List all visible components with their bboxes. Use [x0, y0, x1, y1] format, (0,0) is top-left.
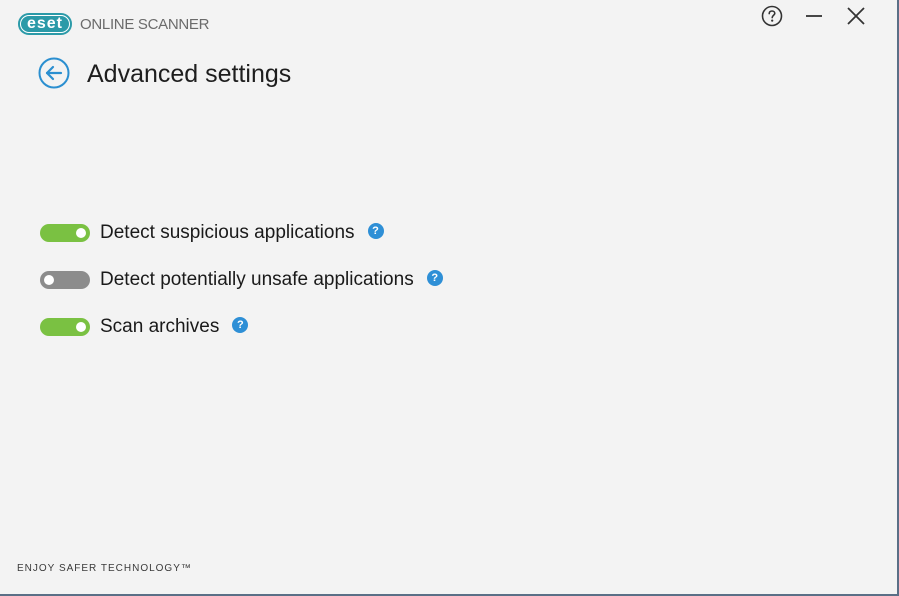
- setting-row-detect-unsafe: Detect potentially unsafe applications ?: [40, 267, 443, 293]
- toggle-knob: [76, 322, 86, 332]
- toggle-knob: [44, 275, 54, 285]
- close-button[interactable]: [835, 2, 877, 30]
- brand: eset ONLINE SCANNER: [18, 12, 209, 36]
- help-button[interactable]: [751, 2, 793, 30]
- arrow-left-circle-icon: [38, 57, 70, 89]
- toggle-detect-suspicious[interactable]: [40, 224, 90, 242]
- help-icon[interactable]: ?: [367, 223, 384, 239]
- page-title: Advanced settings: [87, 60, 292, 88]
- window-controls: [751, 2, 877, 30]
- eset-logo: eset: [18, 13, 72, 35]
- question-circle-icon: [761, 5, 783, 27]
- product-name: ONLINE SCANNER: [80, 15, 210, 33]
- minimize-button[interactable]: [793, 2, 835, 30]
- setting-label-detect-unsafe: Detect potentially unsafe applications: [100, 269, 414, 290]
- toggle-knob: [76, 228, 86, 238]
- toggle-detect-unsafe[interactable]: [40, 271, 90, 289]
- settings-list: Detect suspicious applications ? Detect …: [40, 220, 443, 361]
- setting-row-detect-suspicious: Detect suspicious applications ?: [40, 220, 443, 246]
- close-icon: [847, 7, 865, 25]
- setting-label-scan-archives: Scan archives: [100, 316, 220, 337]
- help-icon[interactable]: ?: [232, 317, 249, 333]
- back-button[interactable]: [38, 57, 70, 89]
- help-icon[interactable]: ?: [426, 270, 443, 286]
- app-window: eset ONLINE SCANNER Advanced settings De…: [0, 0, 899, 596]
- footer-tagline: ENJOY SAFER TECHNOLOGY™: [17, 563, 192, 574]
- toggle-scan-archives[interactable]: [40, 318, 90, 336]
- minimize-icon: [806, 15, 822, 17]
- setting-label-detect-suspicious: Detect suspicious applications: [100, 222, 355, 243]
- setting-row-scan-archives: Scan archives ?: [40, 314, 443, 340]
